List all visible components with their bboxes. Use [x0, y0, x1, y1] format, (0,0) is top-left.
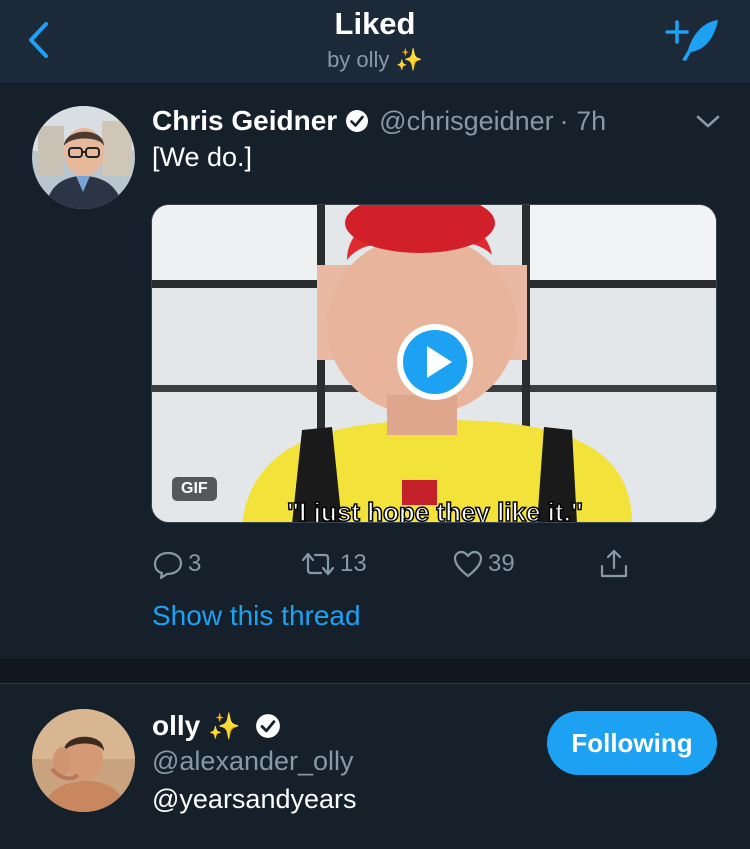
following-button[interactable]: Following: [547, 711, 717, 775]
retweet-button[interactable]: 13: [300, 544, 367, 584]
reply-count: 3: [188, 550, 202, 577]
tweet[interactable]: Chris Geidner @chrisgeidner · 7h [We do.…: [0, 84, 750, 659]
retweet-count: 13: [340, 550, 367, 577]
reply-icon: [153, 551, 183, 580]
author-avatar[interactable]: [32, 106, 135, 209]
liker-bio[interactable]: @yearsandyears: [152, 784, 357, 815]
verified-icon: [255, 714, 280, 738]
tweet-text: [We do.]: [152, 142, 253, 172]
retweet-icon: [301, 552, 335, 576]
tweet-time: · 7h: [559, 105, 607, 136]
author-handle: @chrisgeidner: [379, 105, 554, 136]
like-icon: [453, 550, 483, 578]
section-divider: [0, 659, 750, 684]
gif-caption: "I just hope they like it.": [287, 497, 583, 523]
compose-tweet-button[interactable]: [664, 14, 724, 66]
top-nav-bar: Liked by olly ✨: [0, 0, 750, 84]
author-name[interactable]: Chris Geidner: [152, 105, 337, 137]
play-icon[interactable]: [395, 322, 475, 402]
like-count: 39: [488, 550, 515, 577]
show-thread-link[interactable]: Show this thread: [152, 600, 361, 632]
chevron-down-icon[interactable]: [695, 114, 721, 130]
liker-profile-card[interactable]: olly ✨ @alexander_olly @yearsandyears Fo…: [0, 684, 750, 849]
like-button[interactable]: 39: [452, 544, 515, 584]
gif-badge: GIF: [172, 477, 217, 501]
liker-name-line: olly ✨: [152, 708, 281, 744]
liker-handle: @alexander_olly: [152, 746, 354, 776]
page-subtitle: by olly ✨: [327, 47, 423, 72]
author-line: Chris Geidner @chrisgeidner · 7h: [152, 104, 606, 138]
liker-avatar[interactable]: [32, 709, 135, 812]
tweet-gif-media[interactable]: "I just hope they like it." GIF: [151, 204, 717, 523]
sparkle-emoji: ✨: [208, 710, 241, 741]
compose-tweet-icon: [665, 20, 718, 61]
share-icon: [600, 549, 628, 578]
verified-icon: [346, 110, 369, 132]
share-button[interactable]: [598, 544, 630, 584]
liker-name[interactable]: olly: [152, 710, 200, 742]
page-title: Liked: [334, 6, 416, 41]
reply-button[interactable]: 3: [152, 544, 201, 584]
